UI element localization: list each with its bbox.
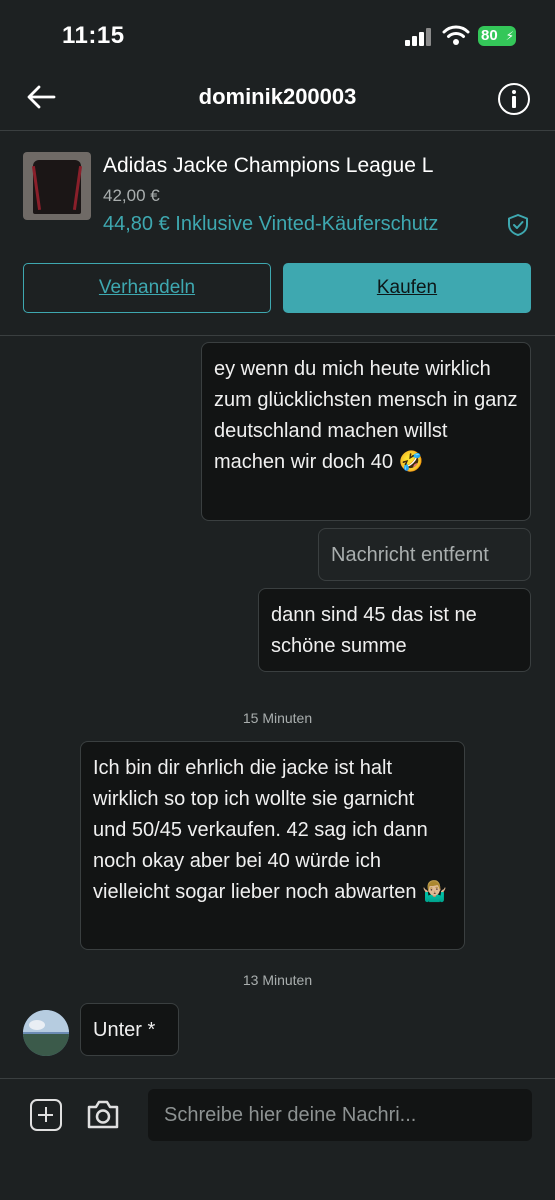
camera-icon[interactable] — [85, 1098, 121, 1132]
item-summary[interactable]: Adidas Jacke Champions League L 42,00 € … — [0, 140, 555, 240]
composer-divider — [0, 1078, 555, 1079]
charging-bolt-icon: ⚡ — [505, 29, 514, 43]
page-title: dominik200003 — [198, 84, 357, 109]
message-removed: Nachricht entfernt — [318, 528, 531, 581]
info-icon[interactable] — [498, 83, 530, 115]
item-thumbnail[interactable] — [23, 152, 91, 220]
message-outgoing: dann sind 45 das ist ne schöne summe — [258, 588, 531, 672]
wifi-icon — [442, 25, 470, 45]
status-bar: 11:15 80 ⚡ — [0, 0, 555, 70]
item-protected-price: 44,80 € Inklusive Vinted-Käuferschutz — [103, 213, 439, 235]
item-title: Adidas Jacke Champions League L — [103, 154, 434, 177]
message-incoming: Ich bin dir ehrlich die jacke ist halt w… — [80, 741, 465, 950]
battery-level: 80 — [481, 27, 498, 44]
shield-check-icon[interactable] — [507, 213, 529, 237]
status-time: 11:15 — [62, 22, 125, 49]
cellular-signal-icon — [405, 28, 433, 46]
message-incoming: Unter * — [80, 1003, 179, 1056]
timestamp-separator: 13 Minuten — [242, 972, 313, 988]
avatar[interactable] — [23, 1010, 69, 1056]
header-divider — [0, 130, 555, 131]
buy-button[interactable]: Kaufen — [283, 263, 531, 313]
chat-header: dominik200003 — [0, 70, 555, 130]
battery-icon: 80 ⚡ — [478, 26, 516, 46]
plus-square-icon[interactable] — [30, 1099, 62, 1131]
message-outgoing: ey wenn du mich heute wirklich zum glück… — [201, 342, 531, 521]
item-price: 42,00 € — [103, 186, 160, 205]
message-input[interactable] — [148, 1089, 532, 1141]
negotiate-button[interactable]: Verhandeln — [23, 263, 271, 313]
timestamp-separator: 15 Minuten — [242, 710, 313, 726]
actions-divider — [0, 335, 555, 336]
